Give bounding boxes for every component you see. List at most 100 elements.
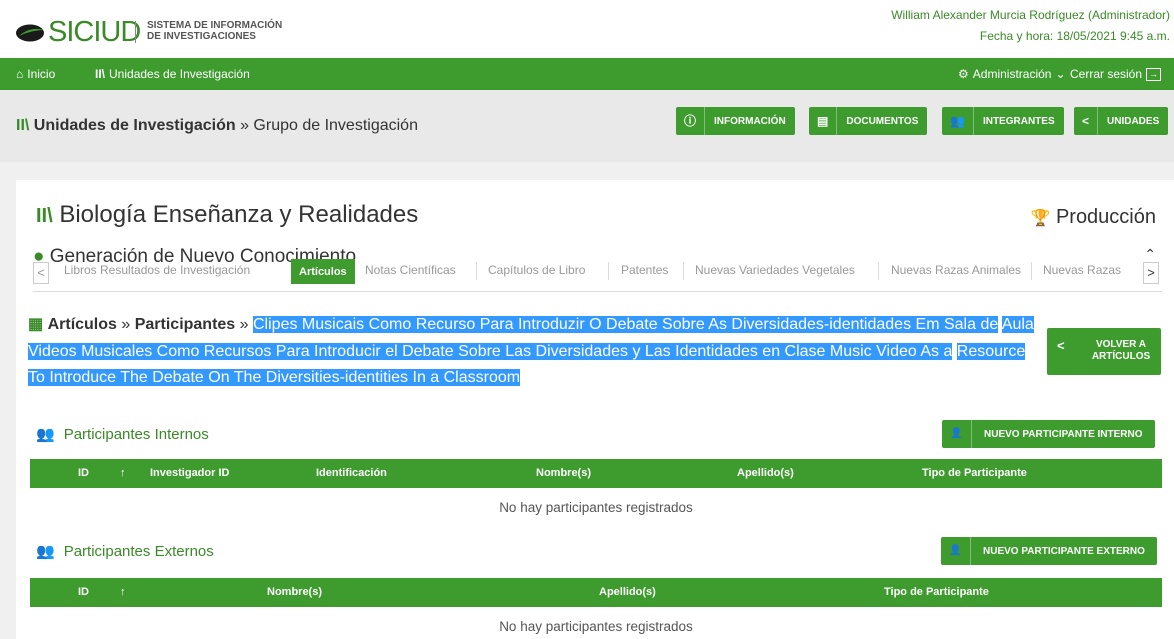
tab-notas[interactable]: Notas Científicas — [365, 263, 456, 277]
nav-logout-label: Cerrar sesión — [1070, 67, 1143, 81]
crumb-participants: Participantes — [134, 316, 236, 333]
grid-icon: ▦ — [28, 316, 44, 333]
datetime: Fecha y hora: 18/05/2021 9:45 a.m. — [979, 29, 1170, 43]
col-apellidos[interactable]: Apellido(s) — [599, 586, 656, 598]
nav-units[interactable]: II\ Unidades de Investigación — [95, 67, 250, 81]
col-apellidos[interactable]: Apellido(s) — [737, 467, 794, 479]
tab-patentes[interactable]: Patentes — [621, 263, 668, 277]
crumb-articles[interactable]: Artículos — [48, 316, 117, 333]
col-identificacion[interactable]: Identificación — [316, 467, 387, 479]
crumb-separator: » — [116, 316, 135, 333]
crumb-separator: » — [235, 316, 253, 333]
group-title-text: Biología Enseñanza y Realidades — [59, 201, 419, 228]
info-icon: ⓘ — [676, 107, 706, 135]
tab-nuevas-razas[interactable]: Nuevas Razas — [1043, 263, 1121, 277]
users-icon: 👥 — [36, 426, 55, 443]
new-external-participant-button[interactable]: 👤 NUEVO PARTICIPANTE EXTERNO — [941, 537, 1157, 565]
col-investigador-id[interactable]: Investigador ID — [150, 467, 229, 479]
users-icon: 👥 — [942, 107, 974, 135]
info-button-label: INFORMACIÓN — [714, 115, 786, 127]
books-icon: II\ — [16, 117, 30, 134]
tab-variedades[interactable]: Nuevas Variedades Vegetales — [695, 263, 855, 277]
internal-participants-heading: 👥 Participantes Internos — [36, 425, 209, 444]
breadcrumb-current: Grupo de Investigación — [253, 117, 418, 134]
chevron-left-icon: < — [1057, 338, 1065, 353]
breadcrumb-section[interactable]: Unidades de Investigación — [34, 117, 236, 134]
chevron-left-icon: < — [1074, 107, 1099, 135]
breadcrumb: II\ Unidades de Investigación » Grupo de… — [16, 117, 418, 135]
nav-admin-label: Administración — [972, 67, 1052, 81]
external-empty-message: No hay participantes registrados — [499, 619, 693, 634]
internal-empty-message: No hay participantes registrados — [499, 500, 693, 515]
members-button-label: INTEGRANTES — [982, 115, 1055, 127]
article-title-line1: Clipes Musicais Como Recurso Para Introd… — [253, 316, 999, 333]
internal-table-header: ID ↑ Investigador ID Identificación Nomb… — [30, 459, 1162, 488]
production-label: Producción — [1055, 206, 1156, 228]
tab-articulos[interactable]: Artículos — [291, 259, 355, 284]
tab-libros[interactable]: Libros Resultados de Investigación — [64, 263, 250, 277]
breadcrumb-separator: » — [235, 117, 254, 134]
back-label-line2: ARTÍCULOS — [1091, 351, 1151, 362]
tab-razas-animales[interactable]: Nuevas Razas Animales — [891, 263, 1021, 277]
documents-button-label: DOCUMENTOS — [846, 115, 919, 127]
trophy-icon: 🏆 — [1030, 210, 1051, 227]
users-icon: 👥 — [36, 543, 55, 560]
logo-text: SICIUD — [48, 16, 141, 48]
logo-divider — [135, 21, 136, 43]
sort-arrow-icon[interactable]: ↑ — [120, 467, 126, 479]
units-button[interactable]: < UNIDADES — [1074, 107, 1169, 135]
col-nombres[interactable]: Nombre(s) — [267, 586, 322, 598]
add-user-icon: 👤 — [941, 537, 971, 565]
group-title: II\ Biología Enseñanza y Realidades — [36, 201, 418, 229]
col-tipo[interactable]: Tipo de Participante — [884, 586, 989, 598]
nav-units-label: Unidades de Investigación — [109, 67, 250, 81]
pdf-icon: ▤ — [809, 107, 838, 135]
tab-divider — [1031, 262, 1032, 280]
external-heading-text: Participantes Externos — [63, 542, 214, 560]
new-internal-participant-button[interactable]: 👤 NUEVO PARTICIPANTE INTERNO — [942, 420, 1155, 448]
nav-admin[interactable]: ⚙ Administración ⌄ — [958, 67, 1066, 81]
units-button-label: UNIDADES — [1107, 115, 1160, 127]
article-heading: ▦ Artículos » Participantes » Clipes Mus… — [28, 312, 1042, 392]
tab-divider — [608, 262, 609, 280]
gear-icon: ⚙ — [958, 67, 969, 81]
books-icon: II\ — [95, 67, 106, 81]
back-to-articles-button[interactable]: < VOLVER A ARTÍCULOS — [1047, 328, 1161, 375]
external-table-header: ID ↑ Nombre(s) Apellido(s) Tipo de Parti… — [30, 578, 1162, 607]
tabs-scroll-left-button[interactable]: < — [33, 262, 49, 284]
tabs-scroll-right-button[interactable]: > — [1143, 262, 1159, 284]
logo-subtitle-line2: DE INVESTIGACIONES — [147, 31, 256, 42]
info-button[interactable]: ⓘ INFORMACIÓN — [676, 107, 795, 135]
home-icon: ⌂ — [16, 67, 24, 81]
user-name[interactable]: William Alexander Murcia Rodríguez (Admi… — [891, 8, 1170, 22]
main-navbar: ⌂ Inicio II\ Unidades de Investigación ⚙… — [0, 58, 1174, 90]
logout-icon: → — [1146, 67, 1162, 81]
tab-capitulos[interactable]: Capítulos de Libro — [488, 263, 585, 277]
col-nombres[interactable]: Nombre(s) — [536, 467, 591, 479]
nav-home-label: Inicio — [27, 67, 56, 81]
books-icon: II\ — [36, 205, 53, 227]
production-link[interactable]: 🏆 Producción — [1030, 206, 1156, 229]
nav-logout[interactable]: Cerrar sesión → — [1070, 67, 1162, 81]
sort-arrow-icon[interactable]: ↑ — [120, 586, 126, 598]
siciud-logo-icon — [16, 24, 46, 42]
tab-divider — [878, 262, 879, 280]
back-button-label: VOLVER A ARTÍCULOS — [1085, 339, 1157, 363]
tab-divider — [476, 262, 477, 280]
tab-divider — [683, 262, 684, 280]
col-id[interactable]: ID — [78, 586, 89, 598]
new-external-button-label: NUEVO PARTICIPANTE EXTERNO — [983, 545, 1145, 557]
chevron-down-icon: ⌄ — [1055, 67, 1066, 81]
nav-home[interactable]: ⌂ Inicio — [16, 67, 55, 81]
internal-heading-text: Participantes Internos — [63, 425, 209, 443]
documents-button[interactable]: ▤ DOCUMENTOS — [809, 107, 928, 135]
back-label-line1: VOLVER A — [1095, 339, 1146, 350]
new-internal-button-label: NUEVO PARTICIPANTE INTERNO — [984, 428, 1143, 440]
add-user-icon: 👤 — [942, 420, 972, 448]
col-tipo[interactable]: Tipo de Participante — [922, 467, 1027, 479]
logo-subtitle-line1: SISTEMA DE INFORMACIÓN — [147, 20, 283, 31]
members-button[interactable]: 👥 INTEGRANTES — [942, 107, 1064, 135]
logo-subtitle: SISTEMA DE INFORMACIÓN DE INVESTIGACIONE… — [147, 20, 347, 42]
col-id[interactable]: ID — [78, 467, 89, 479]
external-participants-heading: 👥 Participantes Externos — [36, 542, 214, 561]
